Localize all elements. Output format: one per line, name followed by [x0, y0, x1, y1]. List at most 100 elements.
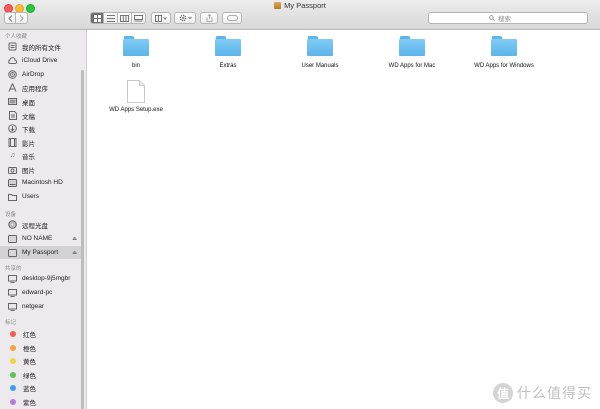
music-icon: ♫ [9, 152, 16, 159]
sidebar-item-my-passport[interactable]: My Passport ⏏ [0, 246, 81, 259]
all-files-icon [8, 42, 17, 51]
sidebar-item-no-name[interactable]: NO NAME ⏏ [0, 232, 81, 245]
sidebar-item-label: 蓝色 [23, 385, 36, 393]
file-item-user-manuals[interactable]: User Manuals [274, 36, 366, 69]
file-item-extras[interactable]: Extras [182, 36, 274, 69]
documents-icon [8, 111, 17, 120]
sidebar-section-shared: 共享的 [5, 266, 22, 272]
file-item-bin[interactable]: bin [90, 36, 182, 69]
network-computer-icon [8, 288, 17, 297]
sidebar-item-all-my-files[interactable]: 我的所有文件 [0, 40, 81, 53]
sidebar-item-users[interactable]: Users [0, 190, 81, 203]
back-button[interactable] [4, 12, 16, 24]
folder-icon [491, 36, 517, 56]
chevron-right-icon [19, 14, 24, 22]
cloud-icon [8, 56, 17, 65]
edit-tags-button[interactable] [222, 12, 242, 24]
sidebar-item-airdrop[interactable]: AirDrop [0, 68, 81, 81]
sidebar-item-music[interactable]: ♫ 音乐 [0, 149, 81, 162]
sidebar-item-tag-red[interactable]: 红色 [0, 327, 81, 340]
sidebar-item-macintosh-hd[interactable]: Macintosh HD [0, 176, 81, 189]
sidebar-item-movies[interactable]: 影片 [0, 136, 81, 149]
sidebar-item-label: 橙色 [23, 345, 36, 353]
navigation-buttons [4, 12, 28, 24]
eject-icon[interactable]: ⏏ [72, 250, 77, 256]
file-item-wd-apps-setup-exe[interactable]: WD Apps Setup.exe [90, 80, 182, 113]
sidebar-item-label: 桌面 [22, 99, 35, 107]
sidebar-item-label: 影片 [22, 140, 35, 148]
window-title: My Passport [0, 1, 600, 11]
sidebar-item-tag-blue[interactable]: 蓝色 [0, 381, 81, 394]
group-by-icon [155, 14, 167, 22]
sidebar-item-label: 我的所有文件 [22, 44, 61, 52]
airdrop-icon [8, 70, 17, 79]
list-view-button[interactable] [104, 12, 118, 24]
group-by-button[interactable] [151, 12, 171, 24]
sidebar-item-tag-orange[interactable]: 橙色 [0, 341, 81, 354]
file-name: bin [131, 63, 140, 69]
file-browser-area: bin Extras User Manuals WD Apps for Mac … [87, 30, 600, 409]
file-name: Extras [219, 63, 237, 69]
sidebar-item-netgear[interactable]: netgear [0, 300, 81, 313]
sidebar-item-label: NO NAME [22, 235, 53, 242]
search-field[interactable]: 搜索 [428, 12, 588, 24]
sidebar-section-favorites: 个人收藏 [5, 34, 28, 40]
watermark: 值 什么值得买 [493, 383, 592, 403]
sidebar-item-label: 红色 [23, 331, 36, 339]
folder-icon [215, 36, 241, 56]
list-view-icon [106, 14, 115, 22]
chevron-left-icon [7, 14, 12, 22]
sidebar-item-label: 远程光盘 [22, 222, 48, 230]
action-button[interactable] [174, 12, 196, 24]
sidebar-item-documents[interactable]: 文稿 [0, 109, 81, 122]
tag-dot-icon [10, 371, 16, 378]
folder-icon [8, 192, 17, 201]
sidebar-item-remote-disc[interactable]: 远程光盘 [0, 218, 81, 231]
watermark-text: 什么值得买 [517, 386, 592, 402]
forward-button[interactable] [16, 12, 28, 24]
sidebar-item-tag-yellow[interactable]: 黄色 [0, 354, 81, 367]
file-item-wd-apps-for-windows[interactable]: WD Apps for Windows [458, 36, 550, 69]
eject-icon[interactable]: ⏏ [72, 236, 77, 242]
share-button[interactable] [200, 12, 218, 24]
document-icon [127, 80, 145, 103]
sidebar-scrollbar[interactable] [81, 70, 84, 409]
search-placeholder: 搜索 [498, 16, 511, 23]
file-item-wd-apps-for-mac[interactable]: WD Apps for Mac [366, 36, 458, 69]
drive-icon [274, 2, 282, 9]
desktop-icon [8, 97, 17, 106]
sidebar-item-label: 绿色 [23, 372, 36, 380]
sidebar-item-desktop[interactable]: 桌面 [0, 95, 81, 108]
sidebar-item-label: Macintosh HD [22, 179, 63, 186]
sidebar-item-applications[interactable]: 应用程序 [0, 81, 81, 94]
sidebar-item-tag-purple[interactable]: 紫色 [0, 395, 81, 408]
tag-dot-icon [10, 398, 16, 405]
movies-icon [8, 138, 17, 147]
sidebar-item-edward-pc[interactable]: edward-pc [0, 286, 81, 299]
sidebar-item-label: 应用程序 [22, 85, 48, 93]
cover-flow-icon [134, 14, 143, 21]
sidebar-item-label: desktop-9j5mgbr [22, 275, 71, 282]
icon-view-icon [93, 14, 101, 22]
remote-disc-icon [8, 220, 17, 229]
sidebar-item-icloud-drive[interactable]: iCloud Drive [0, 54, 81, 67]
tag-icon [226, 15, 238, 21]
folder-icon [123, 36, 149, 56]
network-computer-icon [8, 274, 17, 283]
drive-icon [8, 234, 17, 243]
sidebar-section-tags: 标记 [5, 320, 17, 326]
cover-flow-view-button[interactable] [132, 12, 146, 24]
network-computer-icon [8, 302, 17, 311]
folder-icon [399, 36, 425, 56]
tag-dot-icon [10, 384, 16, 391]
sidebar-item-downloads[interactable]: 下载 [0, 122, 81, 135]
icon-view-button[interactable] [90, 12, 104, 24]
sidebar-item-label: AirDrop [22, 71, 45, 78]
sidebar-item-pictures[interactable]: 图片 [0, 163, 81, 176]
sidebar: 个人收藏 我的所有文件 iCloud Drive AirDrop 应用程序 桌面… [0, 30, 87, 409]
sidebar-item-tag-green[interactable]: 绿色 [0, 368, 81, 381]
file-name: User Manuals [301, 63, 339, 69]
column-view-button[interactable] [118, 12, 132, 24]
sidebar-item-label: 黄色 [23, 358, 36, 366]
sidebar-item-desktop-9j5mgbr[interactable]: desktop-9j5mgbr [0, 272, 81, 285]
